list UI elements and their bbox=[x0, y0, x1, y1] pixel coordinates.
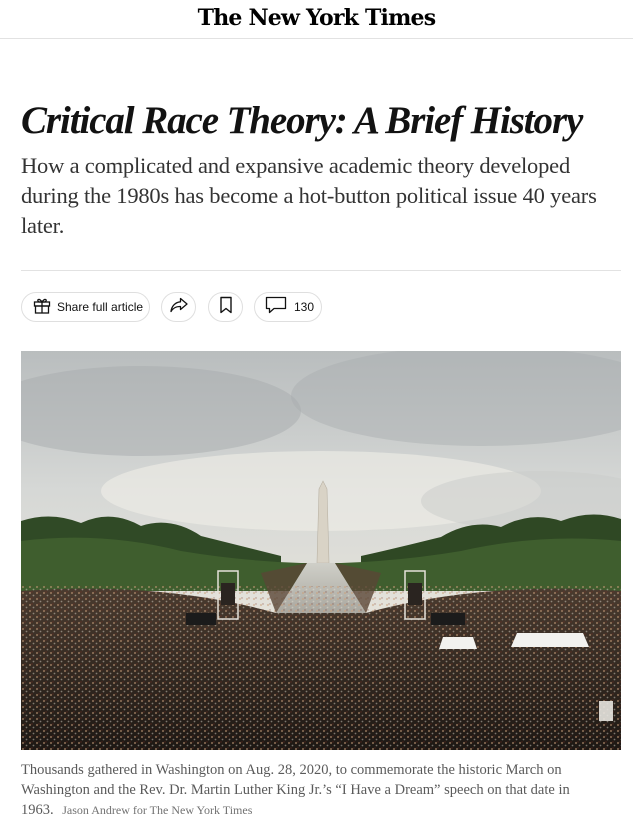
photo-caption: Thousands gathered in Washington on Aug.… bbox=[21, 760, 601, 820]
photo-credit: Jason Andrew for The New York Times bbox=[62, 803, 253, 817]
comment-count: 130 bbox=[294, 300, 315, 314]
divider bbox=[21, 270, 621, 271]
nyt-logo[interactable]: The New York Times bbox=[198, 7, 436, 29]
summary: How a complicated and expansive academic… bbox=[21, 153, 597, 238]
lead-photo bbox=[21, 351, 621, 750]
article-toolbar: Share full article 130 bbox=[21, 292, 621, 324]
gift-icon bbox=[32, 295, 52, 320]
lead-photo-image bbox=[21, 351, 621, 750]
comments-button[interactable]: 130 bbox=[254, 292, 322, 322]
share-button[interactable] bbox=[161, 292, 196, 322]
comment-icon bbox=[265, 296, 287, 319]
bookmark-icon bbox=[219, 296, 233, 319]
headline: Critical Race Theory: A Brief History bbox=[21, 99, 583, 142]
share-full-article-label: Share full article bbox=[57, 300, 144, 314]
masthead: The New York Times bbox=[0, 0, 633, 39]
save-button[interactable] bbox=[208, 292, 243, 322]
share-full-article-button[interactable]: Share full article bbox=[21, 292, 150, 322]
share-arrow-icon bbox=[169, 296, 189, 319]
